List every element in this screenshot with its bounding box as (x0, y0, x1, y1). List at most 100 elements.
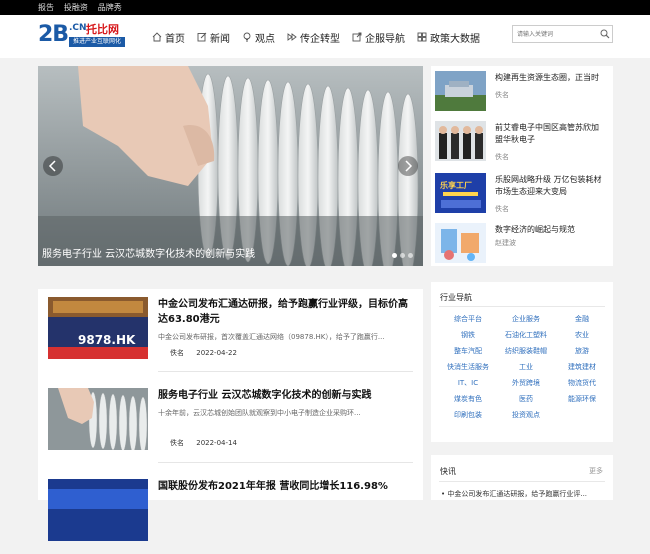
nav-home[interactable]: 首页 (152, 30, 185, 45)
industry-link[interactable]: 企业服务 (497, 314, 555, 325)
industry-link[interactable]: IT、IC (439, 378, 497, 389)
side-article-title[interactable]: 数字经济的崛起与规范 (495, 224, 605, 236)
chevron-left-icon (48, 160, 56, 172)
industry-link[interactable]: 纺织服装鞋帽 (497, 346, 555, 357)
side-article-author: 佚名 (495, 91, 509, 99)
industry-link[interactable]: 综合平台 (439, 314, 497, 325)
industry-link[interactable]: 钢铁 (439, 330, 497, 341)
industry-link[interactable]: 工业 (497, 362, 555, 373)
carousel-caption[interactable]: 服务电子行业 云汉芯城数字化技术的创新与实践 (42, 245, 255, 260)
top-link-brand[interactable]: 品牌秀 (98, 3, 122, 12)
news-flash-heading: 快讯 (440, 467, 456, 476)
side-article-author: 赵建波 (495, 239, 516, 247)
nav-transformation-label: 传企转型 (300, 33, 340, 45)
side-article-thumbnail (435, 71, 486, 111)
industry-link[interactable]: 能源环保 (555, 394, 609, 405)
lightbulb-icon (243, 32, 251, 42)
carousel-dot[interactable] (392, 253, 397, 258)
side-article[interactable]: 构建再生资源生态圈，正当时 佚名 (435, 68, 611, 114)
article-author: 佚名 (170, 439, 184, 447)
nav-opinion[interactable]: 观点 (242, 30, 275, 45)
side-article-thumbnail (435, 121, 486, 161)
article-title[interactable]: 中金公司发布汇通达研报，给予跑赢行业评级，目标价高达63.80港元 (158, 297, 413, 327)
industry-nav-grid: 综合平台 企业服务 金融 钢铁 石油化工塑料 农业 整车汽配 纺织服装鞋帽 旅游… (439, 314, 609, 421)
nav-policy-data[interactable]: 政策大数据 (417, 30, 480, 45)
external-link-icon (352, 32, 362, 42)
news-flash-item[interactable]: • 中金公司发布汇通达研报，给予跑赢行业评... (441, 489, 606, 499)
logo-cn: .CN (69, 23, 87, 33)
carousel-next-button[interactable] (398, 156, 418, 176)
industry-link[interactable]: 印刷包装 (439, 410, 497, 421)
home-icon (152, 32, 162, 42)
carousel-dot[interactable] (408, 253, 413, 258)
industry-nav-heading: 行业导航 (440, 293, 472, 302)
site-logo[interactable]: 2B .CN 托比网 推进产业互联网化 (38, 22, 128, 52)
site-header: 2B .CN 托比网 推进产业互联网化 首页 新闻 观点 传企转型 企服导航 政… (0, 15, 650, 58)
side-article[interactable]: 乐享工厂 乐股网战略升级 万亿包装耗材市场生态迎来大变局 佚名 (435, 170, 611, 216)
logo-brand: 托比网 (86, 23, 119, 36)
industry-link[interactable]: 农业 (555, 330, 609, 341)
article-title[interactable]: 服务电子行业 云汉芯城数字化技术的创新与实践 (158, 388, 413, 403)
carousel-image (38, 66, 423, 266)
side-article[interactable]: 前艾睿电子中国区高管苏欣加盟华秋电子 佚名 (435, 118, 611, 164)
article-meta: 佚名 2022-04-22 (170, 348, 247, 358)
search-box (512, 25, 613, 43)
article-summary: 中金公司发布研报，首次覆盖汇通达网络（09878.HK），给予了跑赢行... (158, 333, 385, 341)
article-date: 2022-04-14 (196, 439, 237, 447)
industry-link[interactable]: 整车汽配 (439, 346, 497, 357)
side-article-author: 佚名 (495, 153, 509, 161)
industry-link[interactable]: 外贸跨境 (497, 378, 555, 389)
top-bar: 报告 投融资 品牌秀 (0, 0, 650, 15)
article-thumbnail (48, 479, 148, 541)
edit-icon (197, 32, 207, 42)
industry-link[interactable]: 物流货代 (555, 378, 609, 389)
side-article-title[interactable]: 构建再生资源生态圈，正当时 (495, 72, 605, 84)
nav-news-label: 新闻 (210, 33, 230, 45)
side-article-thumbnail: 乐享工厂 (435, 173, 486, 213)
industry-link[interactable]: 建筑建材 (555, 362, 609, 373)
side-article-title[interactable]: 乐股网战略升级 万亿包装耗材市场生态迎来大变局 (495, 174, 605, 198)
nav-home-label: 首页 (165, 33, 185, 45)
article-thumbnail: 9878.HK (48, 297, 148, 359)
news-flash-item-text: 中金公司发布汇通达研报，给予跑赢行业评... (447, 490, 588, 498)
news-flash-panel: 快讯 更多 • 中金公司发布汇通达研报，给予跑赢行业评... (431, 455, 613, 500)
carousel-prev-button[interactable] (43, 156, 63, 176)
side-article-title[interactable]: 前艾睿电子中国区高管苏欣加盟华秋电子 (495, 122, 605, 146)
industry-link[interactable]: 快消生活服务 (439, 362, 497, 373)
article-meta: 佚名 2022-04-14 (170, 438, 247, 448)
top-link-investment[interactable]: 投融资 (64, 3, 88, 12)
industry-link[interactable]: 投资观点 (497, 410, 555, 421)
logo-2b: 2B (38, 22, 69, 47)
divider (439, 306, 605, 307)
search-icon[interactable] (600, 29, 610, 39)
nav-transformation[interactable]: 传企转型 (287, 30, 340, 45)
article-list: 9878.HK 中金公司发布汇通达研报，给予跑赢行业评级，目标价高达63.80港… (38, 289, 423, 541)
nav-service-guide-label: 企服导航 (365, 33, 405, 45)
industry-link[interactable]: 旅游 (555, 346, 609, 357)
nav-service-guide[interactable]: 企服导航 (352, 30, 405, 45)
nav-opinion-label: 观点 (255, 33, 275, 45)
carousel-dot[interactable] (400, 253, 405, 258)
main-nav: 首页 新闻 观点 传企转型 企服导航 政策大数据 (152, 30, 492, 45)
thumbnail-text: 9878.HK (78, 333, 136, 347)
nav-news[interactable]: 新闻 (197, 30, 230, 45)
article-item[interactable]: 9878.HK 中金公司发布汇通达研报，给予跑赢行业评级，目标价高达63.80港… (48, 297, 413, 372)
article-item[interactable]: 国联股份发布2021年年报 营收同比增长116.98% (48, 479, 413, 554)
carousel-dots (389, 253, 413, 258)
news-more-link[interactable]: 更多 (589, 466, 603, 476)
divider (439, 481, 605, 482)
side-article[interactable]: 数字经济的崛起与规范 赵建波 (435, 220, 611, 266)
article-title[interactable]: 国联股份发布2021年年报 营收同比增长116.98% (158, 479, 413, 494)
industry-link[interactable]: 医药 (497, 394, 555, 405)
article-item[interactable]: 服务电子行业 云汉芯城数字化技术的创新与实践 十余年前，云汉芯城创始团队就观察到… (48, 388, 413, 463)
thumbnail-text: 乐享工厂 (440, 180, 472, 190)
article-author: 佚名 (170, 349, 184, 357)
top-link-report[interactable]: 报告 (38, 3, 54, 12)
article-date: 2022-04-22 (196, 349, 237, 357)
industry-link[interactable]: 石油化工塑料 (497, 330, 555, 341)
industry-link[interactable]: 煤炭有色 (439, 394, 497, 405)
logo-slogan: 推进产业互联网化 (69, 37, 125, 47)
featured-carousel[interactable]: 服务电子行业 云汉芯城数字化技术的创新与实践 (38, 66, 423, 266)
industry-link[interactable]: 金融 (555, 314, 609, 325)
search-input[interactable] (513, 26, 593, 42)
